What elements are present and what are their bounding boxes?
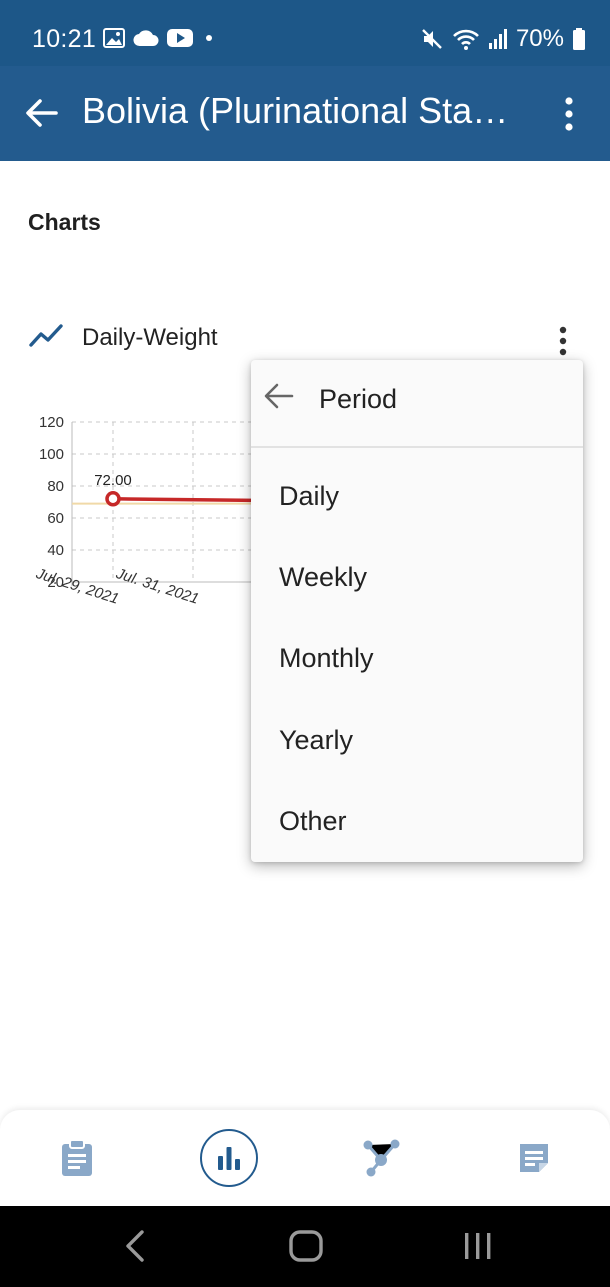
menu-item-daily[interactable]: Daily — [251, 456, 583, 536]
period-popup-menu: Period Daily Weekly Monthly Yearly Other — [251, 360, 583, 862]
bar-chart-icon — [218, 1147, 240, 1170]
y-tick-label: 40 — [47, 542, 64, 559]
mute-icon — [422, 29, 442, 49]
y-tick-label: 120 — [39, 414, 64, 431]
clipboard-icon — [62, 1139, 92, 1176]
nav-item-charts[interactable] — [189, 1110, 269, 1206]
chart-header — [28, 322, 64, 348]
status-notification-icons — [103, 28, 217, 48]
nav-item-relationships[interactable] — [341, 1110, 421, 1206]
popup-header: Period — [251, 360, 583, 448]
bottom-navigation — [0, 1110, 610, 1206]
youtube-icon — [167, 29, 193, 47]
x-tick-label: Jul. 29, 2021 — [33, 565, 121, 608]
nav-item-forms[interactable] — [37, 1110, 117, 1206]
menu-item-weekly[interactable]: Weekly — [251, 537, 583, 617]
menu-item-other[interactable]: Other — [251, 781, 583, 861]
note-icon — [520, 1144, 548, 1172]
back-arrow-icon[interactable] — [263, 380, 295, 412]
menu-item-monthly[interactable]: Monthly — [251, 618, 583, 698]
signal-icon — [488, 29, 507, 49]
nav-item-notes[interactable] — [494, 1110, 574, 1206]
chart-title: Daily-Weight — [82, 324, 218, 351]
system-back-icon[interactable] — [116, 1226, 156, 1266]
battery-icon — [573, 28, 585, 50]
section-title: Charts — [28, 209, 101, 235]
trending-line-icon — [29, 324, 63, 347]
y-tick-label: 60 — [47, 510, 64, 527]
app-bar: Bolivia (Plurinational Sta… — [0, 66, 610, 161]
status-system-icons: 70% — [420, 25, 586, 53]
y-tick-label: 80 — [47, 478, 64, 495]
dot-icon — [206, 35, 212, 41]
system-recents-icon[interactable] — [458, 1226, 498, 1266]
cloud-icon — [133, 30, 159, 47]
wifi-icon — [453, 29, 479, 50]
data-label: 72.00 — [94, 472, 132, 489]
status-bar: 10:21 70% — [0, 0, 610, 66]
gallery-icon — [103, 28, 125, 48]
graph-network-icon — [363, 1139, 400, 1177]
system-home-icon[interactable] — [286, 1226, 326, 1266]
series-line — [112, 497, 254, 503]
y-tick-label: 100 — [39, 446, 64, 463]
weight-line-chart: 1201008060402072.00Jul. 29, 2021Jul. 31,… — [33, 414, 276, 608]
x-tick-label: Jul. 31, 2021 — [113, 565, 201, 608]
menu-item-yearly[interactable]: Yearly — [251, 700, 583, 780]
battery-percent: 70% — [515, 25, 564, 52]
overflow-menu-icon[interactable] — [558, 96, 580, 132]
system-navigation-bar — [0, 1206, 610, 1287]
status-time: 10:21 — [32, 25, 97, 53]
page-title: Bolivia (Plurinational Sta… — [82, 90, 509, 131]
back-arrow-icon[interactable] — [24, 96, 58, 130]
active-indicator — [200, 1129, 258, 1187]
popup-title: Period — [319, 384, 398, 414]
chart-overflow-menu-icon[interactable] — [552, 325, 574, 357]
data-point — [105, 491, 121, 507]
